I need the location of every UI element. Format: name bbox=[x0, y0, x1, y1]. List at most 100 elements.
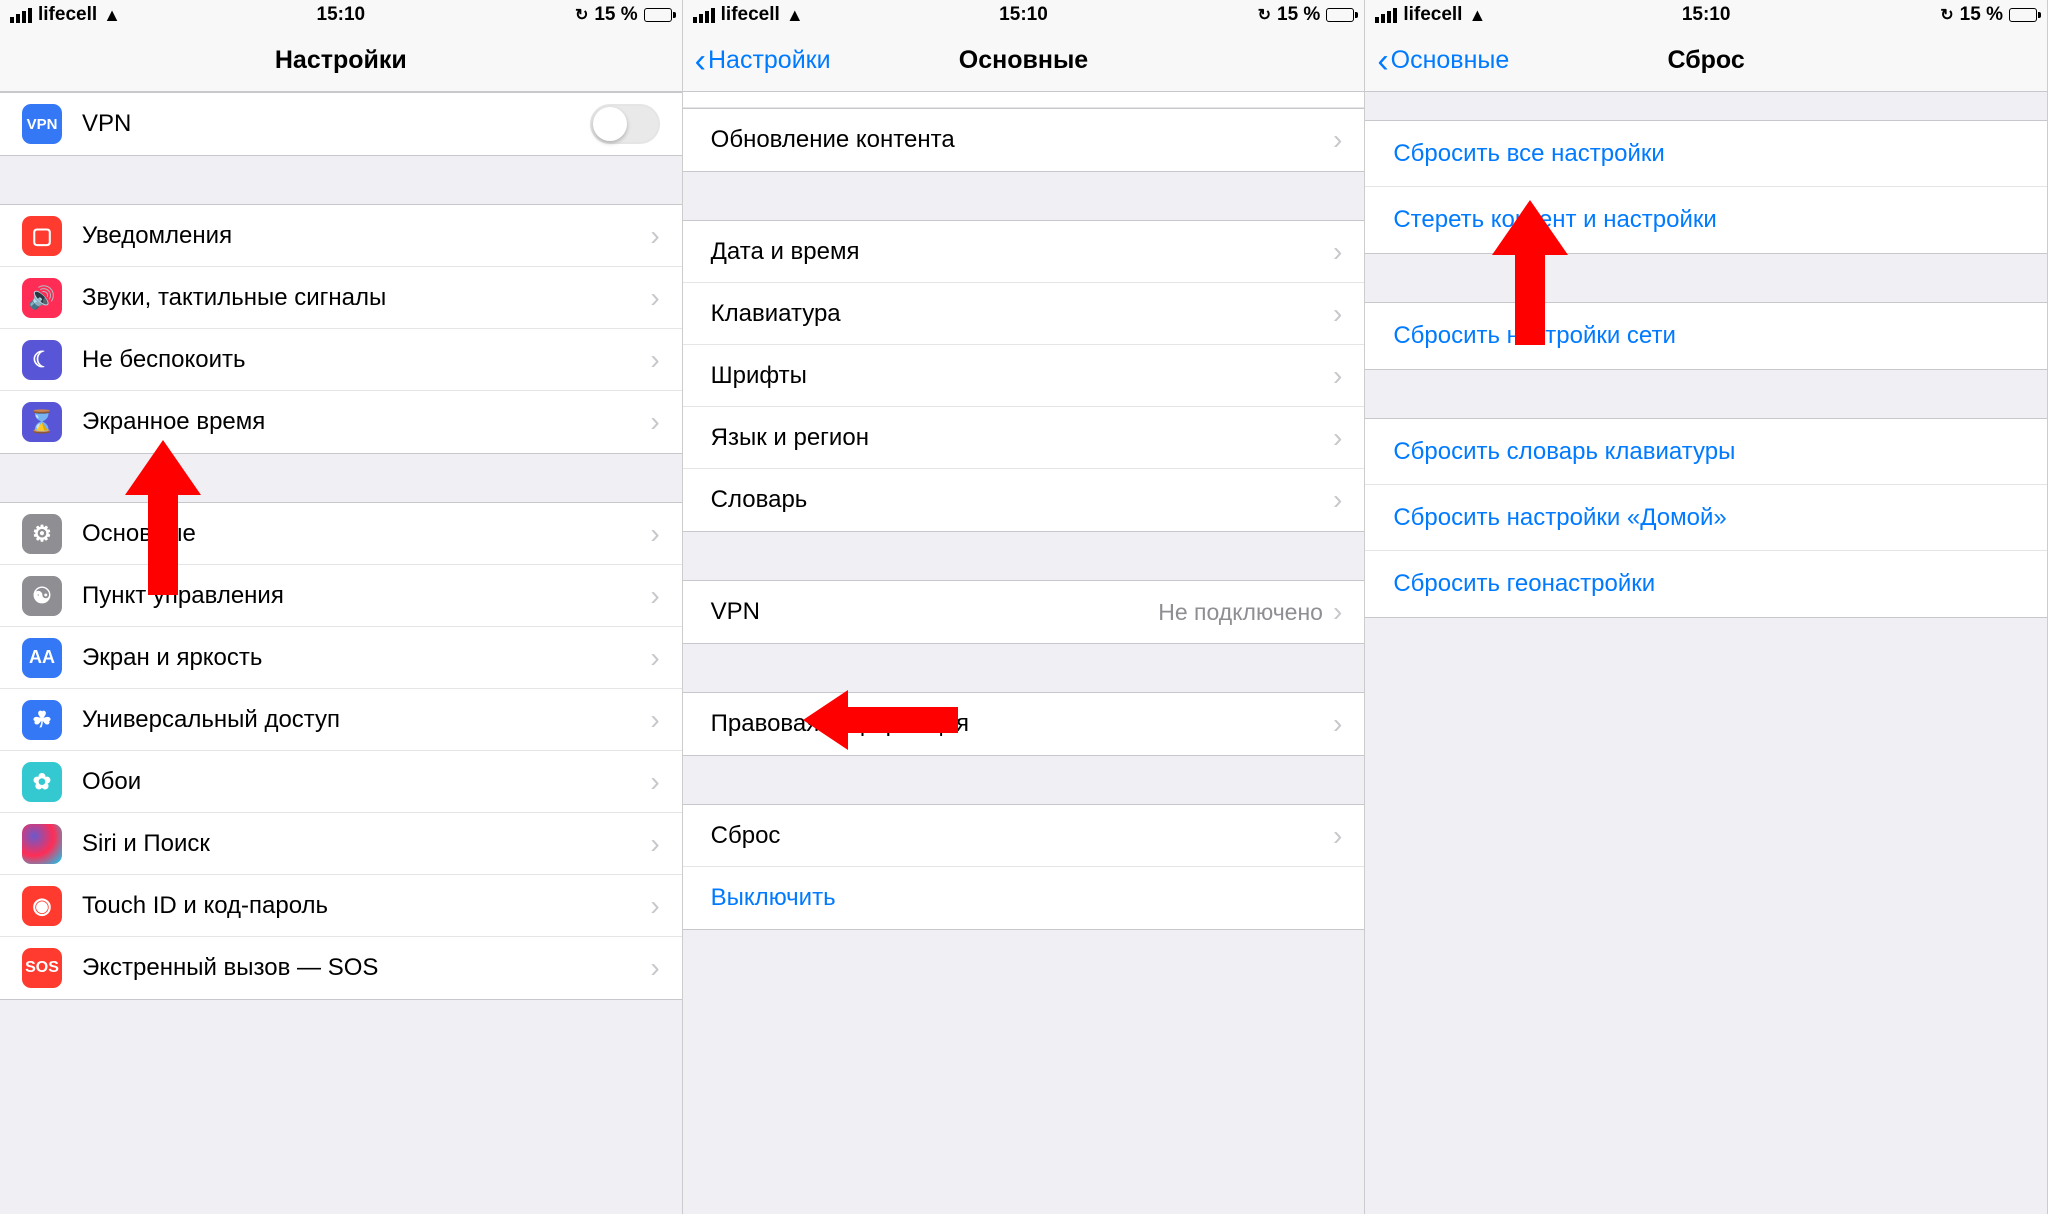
page-title: Сброс bbox=[1667, 46, 1744, 75]
chevron-right-icon: › bbox=[1333, 422, 1342, 454]
row-label: Touch ID и код-пароль bbox=[82, 892, 650, 920]
chevron-right-icon: › bbox=[1333, 596, 1342, 628]
status-time: 15:10 bbox=[1682, 4, 1731, 26]
carrier-label: lifecell bbox=[1403, 4, 1462, 26]
chevron-left-icon: ‹ bbox=[1377, 44, 1388, 78]
battery-icon bbox=[1326, 8, 1354, 22]
wifi-icon: ▲ bbox=[786, 5, 804, 26]
chevron-right-icon: › bbox=[1333, 298, 1342, 330]
chevron-left-icon: ‹ bbox=[695, 44, 706, 78]
row-notifications[interactable]: ▢ Уведомления › bbox=[0, 205, 682, 267]
row-reset-all-settings[interactable]: Сбросить все настройки bbox=[1365, 121, 2047, 187]
row-label: Сбросить все настройки bbox=[1393, 140, 2025, 168]
row-reset-home-layout[interactable]: Сбросить настройки «Домой» bbox=[1365, 485, 2047, 551]
row-general[interactable]: ⚙ Основные › bbox=[0, 503, 682, 565]
page-title: Настройки bbox=[275, 46, 407, 75]
battery-percent: 15 % bbox=[1960, 4, 2003, 26]
accessibility-icon: ☘ bbox=[22, 700, 62, 740]
signal-icon bbox=[693, 8, 715, 23]
row-label: Обновление контента bbox=[711, 126, 1333, 154]
wallpaper-icon: ✿ bbox=[22, 762, 62, 802]
chevron-right-icon: › bbox=[1333, 124, 1342, 156]
row-language-region[interactable]: Язык и регион › bbox=[683, 407, 1365, 469]
sounds-icon: 🔊 bbox=[22, 278, 62, 318]
signal-icon bbox=[1375, 8, 1397, 23]
chevron-right-icon: › bbox=[1333, 360, 1342, 392]
row-dnd[interactable]: ☾ Не беспокоить › bbox=[0, 329, 682, 391]
row-sos[interactable]: SOS Экстренный вызов — SOS › bbox=[0, 937, 682, 999]
orientation-lock-icon: ↻ bbox=[575, 5, 588, 25]
siri-icon bbox=[22, 824, 62, 864]
orientation-lock-icon: ↻ bbox=[1258, 5, 1271, 25]
row-erase-all-content[interactable]: Стереть контент и настройки bbox=[1365, 187, 2047, 253]
battery-percent: 15 % bbox=[594, 4, 637, 26]
row-vpn-general[interactable]: VPN Не подключено › bbox=[683, 581, 1365, 643]
row-accessibility[interactable]: ☘ Универсальный доступ › bbox=[0, 689, 682, 751]
screen-reset: lifecell ▲ 15:10 ↻ 15 % ‹ Основные Сброс… bbox=[1365, 0, 2048, 1214]
nav-bar: Настройки bbox=[0, 30, 682, 92]
row-sounds[interactable]: 🔊 Звуки, тактильные сигналы › bbox=[0, 267, 682, 329]
row-keyboard[interactable]: Клавиатура › bbox=[683, 283, 1365, 345]
wifi-icon: ▲ bbox=[1468, 5, 1486, 26]
display-icon: AA bbox=[22, 638, 62, 678]
row-touchid[interactable]: ◉ Touch ID и код-пароль › bbox=[0, 875, 682, 937]
row-background-refresh[interactable]: Обновление контента › bbox=[683, 109, 1365, 171]
page-title: Основные bbox=[959, 46, 1088, 75]
row-siri[interactable]: Siri и Поиск › bbox=[0, 813, 682, 875]
row-label: Шрифты bbox=[711, 362, 1333, 390]
chevron-right-icon: › bbox=[650, 406, 659, 438]
chevron-right-icon: › bbox=[650, 766, 659, 798]
row-label: Выключить bbox=[711, 884, 1343, 912]
row-label: Не беспокоить bbox=[82, 346, 650, 374]
row-screentime[interactable]: ⌛ Экранное время › bbox=[0, 391, 682, 453]
chevron-right-icon: › bbox=[650, 580, 659, 612]
chevron-right-icon: › bbox=[650, 952, 659, 984]
status-time: 15:10 bbox=[317, 4, 366, 26]
chevron-right-icon: › bbox=[650, 642, 659, 674]
row-legal[interactable]: Правовая информация › bbox=[683, 693, 1365, 755]
row-label: Сбросить геонастройки bbox=[1393, 570, 2025, 598]
row-label: Экстренный вызов — SOS bbox=[82, 954, 650, 982]
row-label: Экран и яркость bbox=[82, 644, 650, 672]
chevron-right-icon: › bbox=[1333, 708, 1342, 740]
row-reset[interactable]: Сброс › bbox=[683, 805, 1365, 867]
row-fonts[interactable]: Шрифты › bbox=[683, 345, 1365, 407]
row-label: VPN bbox=[82, 110, 590, 138]
row-label: Обои bbox=[82, 768, 650, 796]
chevron-right-icon: › bbox=[650, 344, 659, 376]
battery-icon bbox=[2009, 8, 2037, 22]
row-label: Дата и время bbox=[711, 238, 1333, 266]
screen-settings: lifecell ▲ 15:10 ↻ 15 % Настройки VPN VP… bbox=[0, 0, 683, 1214]
row-wallpaper[interactable]: ✿ Обои › bbox=[0, 751, 682, 813]
row-vpn[interactable]: VPN VPN bbox=[0, 93, 682, 155]
status-bar: lifecell ▲ 15:10 ↻ 15 % bbox=[1365, 0, 2047, 30]
row-label: Клавиатура bbox=[711, 300, 1333, 328]
general-icon: ⚙ bbox=[22, 514, 62, 554]
chevron-right-icon: › bbox=[650, 518, 659, 550]
status-time: 15:10 bbox=[999, 4, 1048, 26]
screen-general: lifecell ▲ 15:10 ↻ 15 % ‹ Настройки Осно… bbox=[683, 0, 1366, 1214]
row-reset-location[interactable]: Сбросить геонастройки bbox=[1365, 551, 2047, 617]
row-label: Универсальный доступ bbox=[82, 706, 650, 734]
row-label: Сбросить словарь клавиатуры bbox=[1393, 438, 2025, 466]
sos-icon: SOS bbox=[22, 948, 62, 988]
row-control-center[interactable]: ☯ Пункт управления › bbox=[0, 565, 682, 627]
row-label: Siri и Поиск bbox=[82, 830, 650, 858]
row-shutdown[interactable]: Выключить bbox=[683, 867, 1365, 929]
row-label: Основные bbox=[82, 520, 650, 548]
chevron-right-icon: › bbox=[1333, 236, 1342, 268]
row-reset-network[interactable]: Сбросить настройки сети bbox=[1365, 303, 2047, 369]
vpn-icon: VPN bbox=[22, 104, 62, 144]
back-button[interactable]: ‹ Настройки bbox=[695, 44, 831, 78]
signal-icon bbox=[10, 8, 32, 23]
row-display[interactable]: AA Экран и яркость › bbox=[0, 627, 682, 689]
chevron-right-icon: › bbox=[650, 890, 659, 922]
touchid-icon: ◉ bbox=[22, 886, 62, 926]
chevron-right-icon: › bbox=[1333, 484, 1342, 516]
row-reset-keyboard-dict[interactable]: Сбросить словарь клавиатуры bbox=[1365, 419, 2047, 485]
status-bar: lifecell ▲ 15:10 ↻ 15 % bbox=[0, 0, 682, 30]
row-datetime[interactable]: Дата и время › bbox=[683, 221, 1365, 283]
row-dictionary[interactable]: Словарь › bbox=[683, 469, 1365, 531]
back-button[interactable]: ‹ Основные bbox=[1377, 44, 1509, 78]
vpn-toggle[interactable] bbox=[590, 104, 660, 144]
